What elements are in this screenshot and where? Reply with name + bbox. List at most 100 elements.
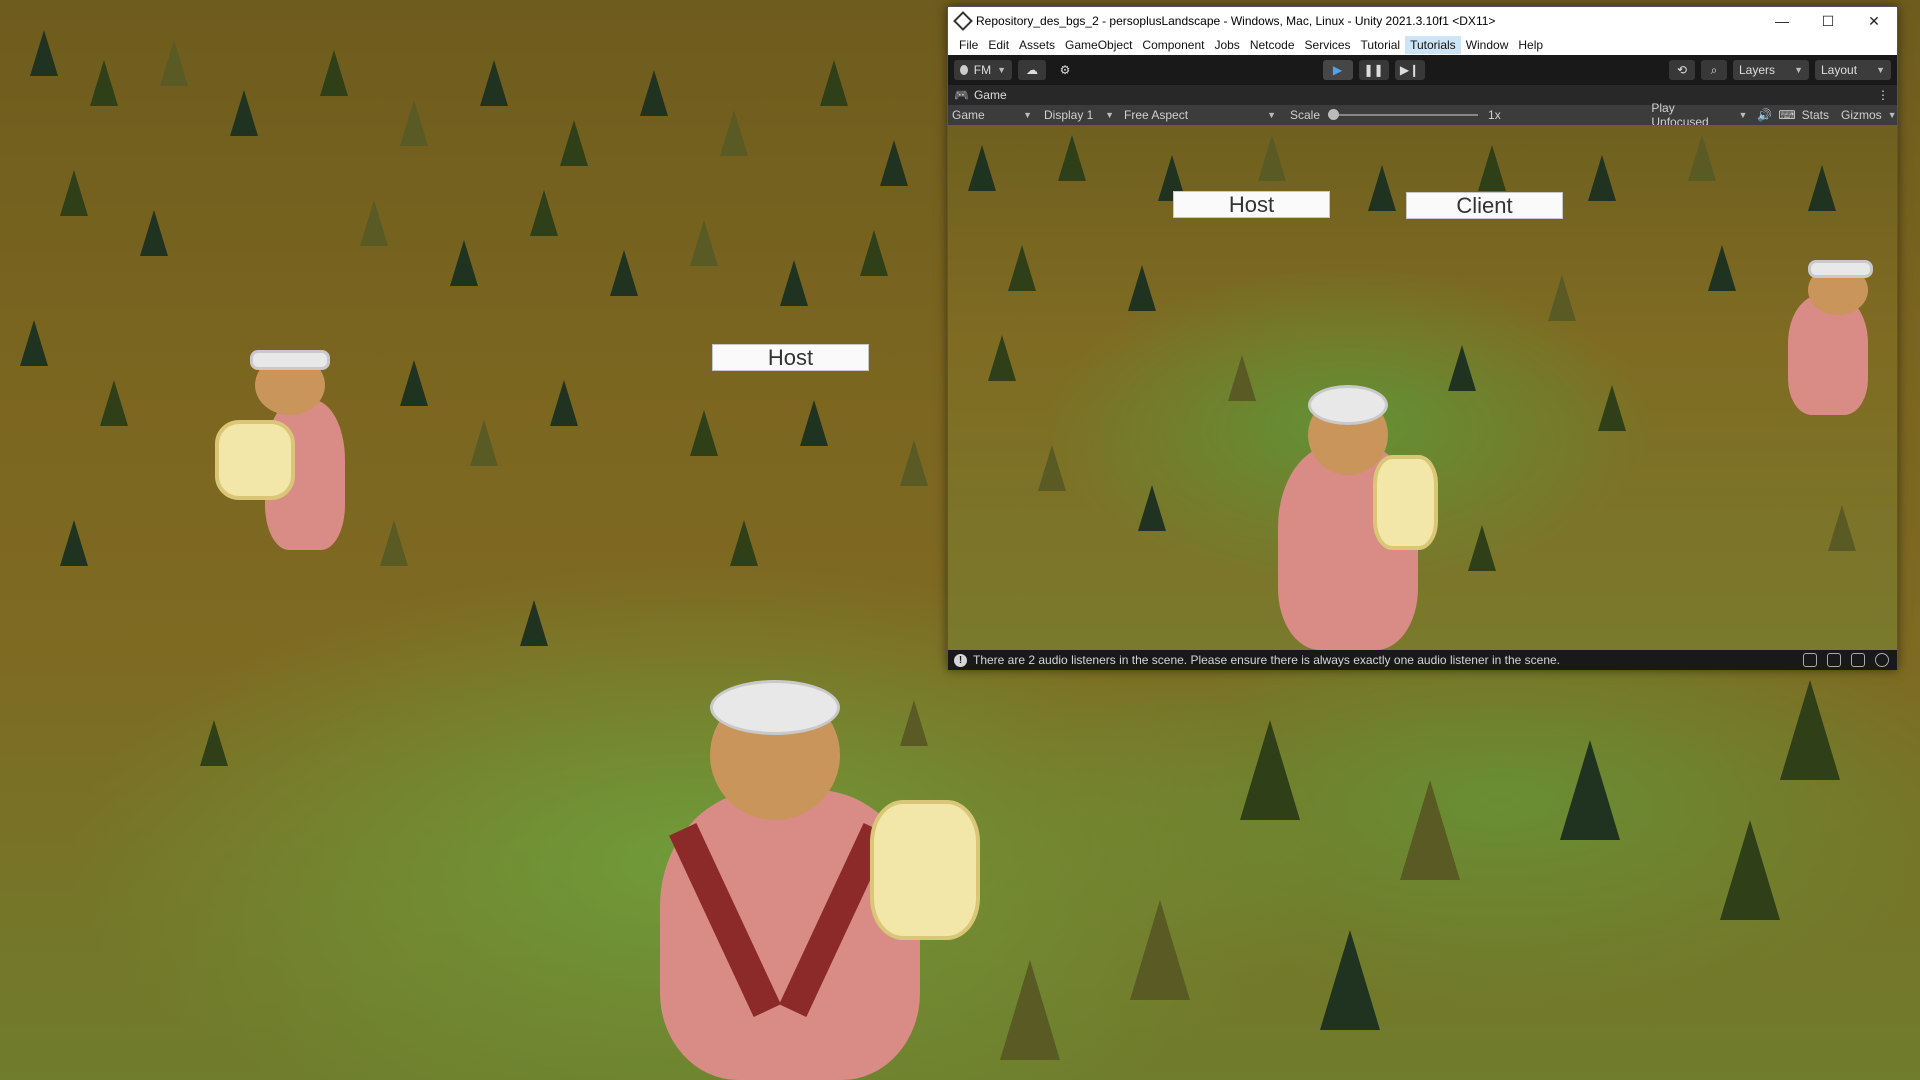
collab-icon: ⚙ bbox=[1059, 63, 1071, 77]
tree bbox=[1368, 165, 1396, 211]
chevron-down-icon: ▼ bbox=[1876, 65, 1885, 75]
tree bbox=[610, 250, 638, 296]
maximize-button[interactable]: ☐ bbox=[1805, 7, 1851, 35]
display-dropdown[interactable]: Display 1 ▼ bbox=[1040, 106, 1118, 124]
crown bbox=[1808, 260, 1873, 278]
chevron-down-icon: ▼ bbox=[1887, 110, 1897, 120]
king-character-main bbox=[600, 660, 1000, 1080]
tree bbox=[400, 360, 428, 406]
tree bbox=[860, 230, 888, 276]
host-button[interactable]: Host bbox=[1173, 191, 1330, 218]
aspect-dropdown[interactable]: Free Aspect ▼ bbox=[1120, 106, 1280, 124]
menu-assets[interactable]: Assets bbox=[1014, 36, 1060, 54]
status-bar: ! There are 2 audio listeners in the sce… bbox=[948, 650, 1897, 670]
tree bbox=[230, 90, 258, 136]
debug-icon[interactable] bbox=[1803, 653, 1817, 667]
tree bbox=[560, 120, 588, 166]
account-dropdown[interactable]: FM ▼ bbox=[954, 60, 1012, 80]
play-mode-dropdown[interactable]: Play Unfocused ▼ bbox=[1647, 101, 1751, 129]
collab-button[interactable]: ⚙ bbox=[1052, 60, 1078, 80]
layout-dropdown[interactable]: Layout ▼ bbox=[1815, 60, 1891, 80]
chevron-down-icon: ▼ bbox=[1105, 110, 1114, 120]
account-icon bbox=[960, 65, 968, 75]
chevron-down-icon: ▼ bbox=[1738, 110, 1748, 120]
chevron-down-icon: ▼ bbox=[1267, 110, 1276, 120]
view-mode-label: Game bbox=[952, 108, 985, 122]
stats-button[interactable]: Stats bbox=[1802, 108, 1829, 122]
tree bbox=[1720, 820, 1780, 920]
menu-window[interactable]: Window bbox=[1461, 36, 1514, 54]
minimize-button[interactable]: — bbox=[1759, 7, 1805, 35]
client-button[interactable]: Client bbox=[1406, 192, 1563, 219]
more-options-icon[interactable]: ⋮ bbox=[1877, 88, 1889, 102]
crown bbox=[710, 680, 840, 735]
menu-netcode[interactable]: Netcode bbox=[1245, 36, 1300, 54]
title-bar[interactable]: Repository_des_bgs_2 - persoplusLandscap… bbox=[948, 7, 1897, 35]
info-icon: ! bbox=[954, 653, 967, 667]
scale-label: Scale bbox=[1290, 108, 1321, 122]
menu-gameobject[interactable]: GameObject bbox=[1060, 36, 1137, 54]
tree bbox=[1448, 345, 1476, 391]
shoulder-armor bbox=[1373, 455, 1438, 550]
tree bbox=[1598, 385, 1626, 431]
tree bbox=[450, 240, 478, 286]
main-toolbar: FM ▼ ☁ ⚙ ▶ ❚❚ ▶❙ ⟲ ⌕ Layers ▼ Layout ▼ bbox=[948, 55, 1897, 85]
tree bbox=[160, 40, 188, 86]
tree bbox=[200, 720, 228, 766]
layers-label: Layers bbox=[1739, 63, 1776, 77]
crown bbox=[250, 350, 330, 370]
tree bbox=[1548, 275, 1576, 321]
pause-button[interactable]: ❚❚ bbox=[1358, 60, 1389, 80]
cloud-button[interactable]: ☁ bbox=[1018, 60, 1046, 80]
cache-icon[interactable] bbox=[1851, 653, 1865, 667]
play-button[interactable]: ▶ bbox=[1322, 60, 1353, 80]
scale-slider[interactable] bbox=[1328, 109, 1479, 120]
menu-help[interactable]: Help bbox=[1513, 36, 1548, 54]
gamepad-icon: 🎮 bbox=[954, 88, 969, 102]
chevron-down-icon: ▼ bbox=[1023, 110, 1032, 120]
menu-services[interactable]: Services bbox=[1300, 36, 1356, 54]
gizmos-dropdown[interactable]: Gizmos ▼ bbox=[1837, 106, 1897, 124]
unity-logo-icon bbox=[953, 11, 973, 31]
speaker-icon[interactable]: 🔊 bbox=[1757, 108, 1772, 122]
progress-icon[interactable] bbox=[1827, 653, 1841, 667]
step-icon: ▶❙ bbox=[1399, 63, 1420, 77]
unity-editor-window: Repository_des_bgs_2 - persoplusLandscap… bbox=[947, 6, 1898, 670]
menu-tutorial[interactable]: Tutorial bbox=[1356, 36, 1406, 54]
view-mode-dropdown[interactable]: Game ▼ bbox=[948, 106, 1036, 124]
tree bbox=[530, 190, 558, 236]
tree bbox=[730, 520, 758, 566]
tree bbox=[720, 110, 748, 156]
tab-game[interactable]: 🎮 Game ⋮ bbox=[948, 85, 1897, 105]
step-button[interactable]: ▶❙ bbox=[1394, 60, 1425, 80]
game-view-viewport[interactable]: Host Client bbox=[948, 125, 1897, 650]
tree bbox=[968, 145, 996, 191]
close-button[interactable]: ✕ bbox=[1851, 7, 1897, 35]
status-message[interactable]: There are 2 audio listeners in the scene… bbox=[973, 653, 1560, 667]
menu-edit[interactable]: Edit bbox=[983, 36, 1014, 54]
menu-jobs[interactable]: Jobs bbox=[1209, 36, 1244, 54]
menu-tutorials[interactable]: Tutorials bbox=[1405, 36, 1461, 54]
aspect-label: Free Aspect bbox=[1124, 108, 1189, 122]
play-icon: ▶ bbox=[1332, 63, 1343, 77]
tree bbox=[1008, 245, 1036, 291]
tree bbox=[1780, 680, 1840, 780]
menu-component[interactable]: Component bbox=[1137, 36, 1209, 54]
check-icon[interactable] bbox=[1875, 653, 1889, 667]
layers-dropdown[interactable]: Layers ▼ bbox=[1733, 60, 1809, 80]
window-title: Repository_des_bgs_2 - persoplusLandscap… bbox=[976, 14, 1496, 28]
tree bbox=[1130, 900, 1190, 1000]
tree bbox=[1228, 355, 1256, 401]
keyboard-icon[interactable]: ⌨ bbox=[1778, 108, 1795, 122]
scale-slider-handle[interactable] bbox=[1328, 109, 1340, 120]
history-button[interactable]: ⟲ bbox=[1669, 60, 1695, 80]
history-icon: ⟲ bbox=[1676, 63, 1688, 77]
tree bbox=[1320, 930, 1380, 1030]
layout-label: Layout bbox=[1821, 63, 1858, 77]
tree bbox=[1058, 135, 1086, 181]
menu-bar: File Edit Assets GameObject Component Jo… bbox=[948, 35, 1897, 55]
display-label: Display 1 bbox=[1044, 108, 1094, 122]
search-button[interactable]: ⌕ bbox=[1701, 60, 1727, 80]
menu-file[interactable]: File bbox=[954, 36, 983, 54]
host-button-standalone[interactable]: Host bbox=[712, 344, 869, 371]
